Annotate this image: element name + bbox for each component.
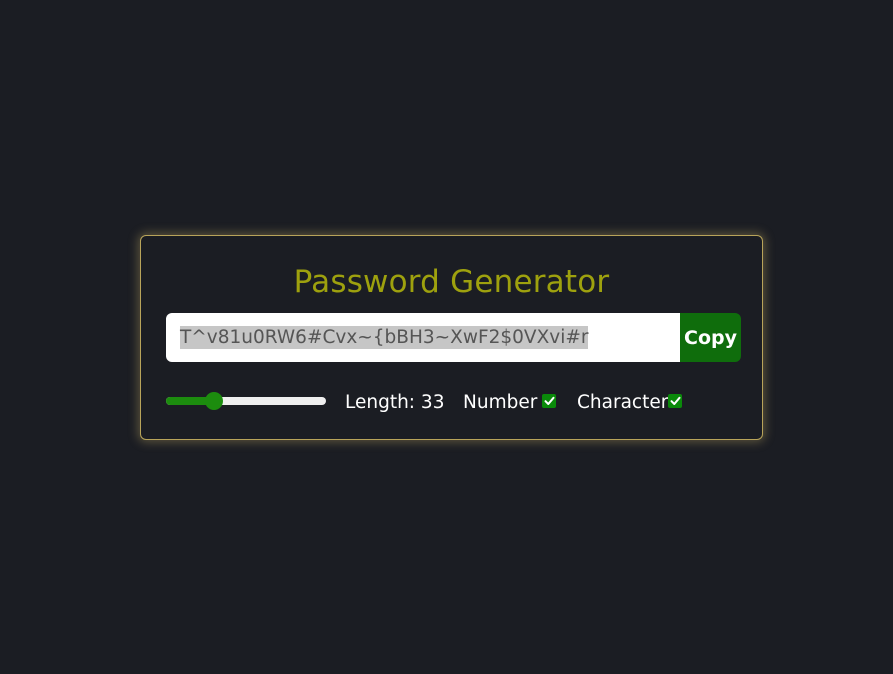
checkmark-icon — [670, 396, 680, 405]
slider-thumb[interactable] — [205, 392, 223, 410]
length-slider[interactable] — [166, 392, 326, 410]
number-label: Number — [463, 392, 538, 413]
page-title: Password Generator — [293, 264, 610, 300]
copy-button[interactable]: Copy — [680, 313, 741, 362]
password-row: T^v81u0RW6#Cvx~{bBH3~XwF2$0VXvi#r Copy — [166, 313, 741, 362]
password-generator-card: Password Generator T^v81u0RW6#Cvx~{bBH3~… — [140, 235, 763, 440]
checkmark-icon — [544, 396, 554, 405]
number-checkbox[interactable] — [542, 394, 556, 408]
length-label: Length: 33 — [345, 392, 445, 413]
password-value: T^v81u0RW6#Cvx~{bBH3~XwF2$0VXvi#r — [180, 326, 589, 349]
character-label: Character — [577, 392, 669, 413]
options-row: Length: 33 Number Character — [166, 391, 741, 415]
character-checkbox[interactable] — [668, 394, 682, 408]
password-field[interactable]: T^v81u0RW6#Cvx~{bBH3~XwF2$0VXvi#r — [166, 313, 680, 362]
